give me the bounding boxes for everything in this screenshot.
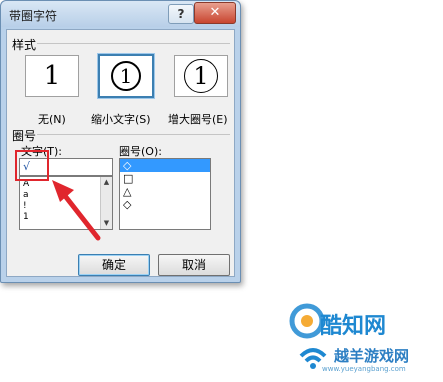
- close-button[interactable]: ✕: [194, 2, 236, 24]
- circled-large-glyph: 1: [184, 59, 218, 93]
- watermark-logo-text: 酷知网: [320, 314, 387, 339]
- enclosure-listbox[interactable]: ◇ □ △ ◇: [119, 158, 211, 230]
- annotation-highlight-box: [15, 150, 49, 181]
- dialog-window: 带圈字符 ? ✕ 样式 1 1 1 无(N) 缩小文字(S) 增大圈号(E) 圈…: [0, 0, 241, 283]
- enclosure-list-item[interactable]: ◇: [120, 159, 210, 172]
- style-none-label[interactable]: 无(N): [38, 111, 66, 127]
- enclosure-divider: [37, 134, 230, 135]
- style-section-label: 样式: [12, 38, 37, 52]
- window-title: 带圈字符: [9, 9, 58, 23]
- style-enlarge-ring-option[interactable]: 1: [174, 55, 228, 97]
- title-bar[interactable]: 带圈字符 ? ✕: [1, 1, 240, 27]
- enclosure-section-label: 圈号: [12, 129, 37, 143]
- cancel-button[interactable]: 取消: [158, 254, 230, 276]
- enclosure-field-label: 圈号(O):: [119, 145, 162, 158]
- help-button[interactable]: ?: [168, 4, 194, 24]
- style-shrink-label[interactable]: 缩小文字(S): [91, 111, 151, 127]
- watermark-url: www.yueyangbang.com: [322, 365, 406, 373]
- annotation-arrow-icon: [52, 180, 101, 241]
- style-enlarge-label[interactable]: 增大圈号(E): [168, 111, 228, 127]
- enclosure-list-item[interactable]: △: [120, 185, 210, 198]
- style-none-option[interactable]: 1: [25, 55, 79, 97]
- plain-glyph: 1: [43, 61, 61, 91]
- ok-button[interactable]: 确定: [78, 254, 150, 276]
- enclosure-list-item[interactable]: □: [120, 172, 210, 185]
- style-divider: [37, 43, 230, 44]
- watermark-site-name: 越羊游戏网: [334, 347, 410, 365]
- circled-small-glyph: 1: [111, 61, 141, 91]
- style-shrink-text-option[interactable]: 1: [97, 53, 155, 99]
- enclosure-list-item[interactable]: ◇: [120, 198, 210, 211]
